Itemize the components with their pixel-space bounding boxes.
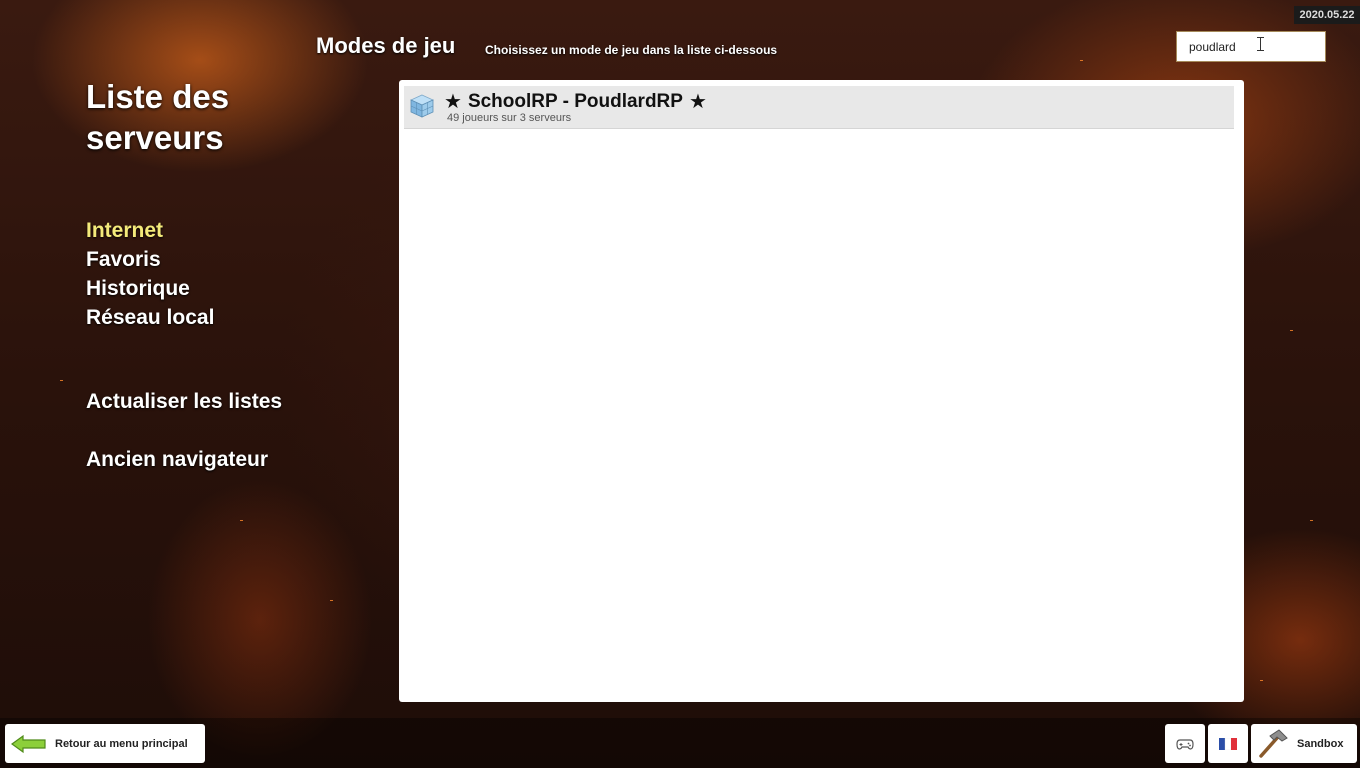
french-flag-icon xyxy=(1219,737,1237,750)
hammer-icon xyxy=(1259,728,1288,758)
ember xyxy=(60,380,63,381)
gamemode-row[interactable]: ★ SchoolRP - PoudlardRP ★ 49 joueurs sur… xyxy=(404,86,1234,129)
sidebar-item-internet[interactable]: Internet xyxy=(86,216,214,245)
ember xyxy=(1260,680,1263,681)
sidebar-item-favoris[interactable]: Favoris xyxy=(86,245,214,274)
ember xyxy=(240,520,243,521)
page-title: Modes de jeu xyxy=(316,33,456,58)
gamepad-icon xyxy=(1176,738,1194,750)
server-list-title: Liste des serveurs xyxy=(86,78,230,156)
controller-button[interactable] xyxy=(1165,724,1205,763)
search-input[interactable] xyxy=(1177,39,1325,54)
sidebar-item-reseau-local[interactable]: Réseau local xyxy=(86,303,214,332)
back-button-label: Retour au menu principal xyxy=(55,737,188,750)
gamemode-player-count: 49 joueurs sur 3 serveurs xyxy=(447,112,572,124)
ember xyxy=(330,600,333,601)
ember xyxy=(1290,330,1293,331)
search-box[interactable] xyxy=(1176,31,1326,62)
language-button[interactable] xyxy=(1208,724,1248,763)
gamemode-select-label: Sandbox xyxy=(1297,737,1344,750)
star-icon: ★ xyxy=(444,90,462,113)
version-label: 2020.05.22 xyxy=(1294,6,1360,24)
back-arrow-icon xyxy=(11,734,46,753)
legacy-browser-button[interactable]: Ancien navigateur xyxy=(86,448,268,472)
gamemode-select-button[interactable]: Sandbox xyxy=(1251,724,1357,763)
gamemode-title: SchoolRP - PoudlardRP xyxy=(467,91,683,112)
sidebar-item-historique[interactable]: Historique xyxy=(86,274,214,303)
ember xyxy=(1080,60,1083,61)
back-to-main-menu-button[interactable]: Retour au menu principal xyxy=(5,724,205,763)
gamemode-list-panel: ★ SchoolRP - PoudlardRP ★ 49 joueurs sur… xyxy=(399,80,1244,702)
page-subtitle: Choisissez un mode de jeu dans la liste … xyxy=(485,43,778,57)
star-icon: ★ xyxy=(688,90,707,113)
cube-icon xyxy=(410,94,434,118)
refresh-lists-button[interactable]: Actualiser les listes xyxy=(86,390,282,414)
text-cursor-icon xyxy=(1257,37,1264,51)
ember xyxy=(1310,520,1313,521)
gamemode-name: ★ SchoolRP - PoudlardRP ★ xyxy=(444,91,707,113)
sidebar-nav: Internet Favoris Historique Réseau local xyxy=(86,216,214,332)
